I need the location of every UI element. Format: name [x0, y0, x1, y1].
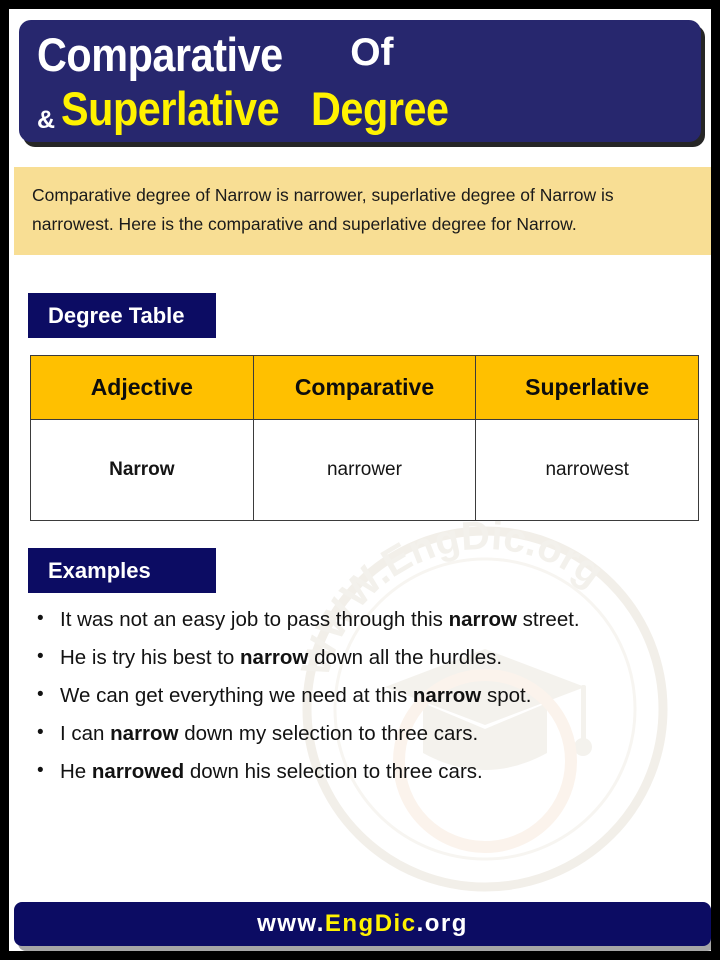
title-ampersand: & [37, 106, 56, 134]
cell-comparative: narrower [252, 419, 477, 521]
example-text-after: down all the hurdles. [308, 646, 503, 669]
title-line-2: & Superlative Degree [37, 84, 467, 135]
table-row: Narrow narrower narrowest [30, 419, 699, 521]
column-header-comparative: Comparative [252, 355, 477, 420]
header-banner: Comparative Of & Superlative Degree [19, 20, 701, 142]
example-text-before: I can [60, 722, 111, 745]
example-keyword: narrow [448, 608, 517, 631]
column-header-superlative: Superlative [475, 355, 699, 420]
table-header-row: Adjective Comparative Superlative [30, 355, 699, 420]
example-keyword: narrow [412, 684, 482, 707]
list-item: It was not an easy job to pass through t… [30, 604, 706, 634]
footer-brand: EngDic [324, 910, 417, 937]
example-text-after: down his selection to three cars. [184, 760, 483, 783]
example-text-after: street. [516, 608, 580, 631]
example-keyword: narrow [110, 722, 179, 745]
example-keyword: narrow [240, 646, 309, 669]
section-label-degree-table: Degree Table [28, 293, 216, 338]
infographic-page: WWW.EngDic.org Comparative Of & Superlativ… [0, 0, 720, 960]
example-text-before: It was not an easy job to pass through t… [60, 608, 449, 631]
column-header-adjective: Adjective [30, 355, 254, 420]
example-text-before: We can get everything we need at this [60, 684, 413, 707]
page-title: Comparative Of & Superlative Degree [37, 24, 487, 138]
cell-adjective: Narrow [30, 419, 254, 521]
intro-text: Comparative degree of Narrow is narrower… [32, 185, 614, 234]
title-of: Of [350, 31, 394, 74]
list-item: We can get everything we need at this na… [30, 680, 706, 710]
example-text-after: down my selection to three cars. [178, 722, 479, 745]
example-text-before: He [60, 760, 92, 783]
degree-table: Adjective Comparative Superlative Narrow… [30, 355, 699, 521]
cell-superlative: narrowest [475, 419, 699, 521]
intro-box: Comparative degree of Narrow is narrower… [14, 167, 711, 255]
list-item: He is try his best to narrow down all th… [30, 642, 706, 672]
footer-website[interactable]: www.EngDic.org [257, 910, 468, 938]
section-label-examples: Examples [28, 548, 216, 593]
list-item: I can narrow down my selection to three … [30, 718, 706, 748]
footer-bar: www.EngDic.org [14, 902, 711, 946]
title-comparative: Comparative [37, 28, 283, 81]
title-superlative: Superlative [61, 82, 280, 135]
title-degree: Degree [310, 82, 449, 135]
example-text-before: He is try his best to [60, 646, 241, 669]
examples-list: It was not an easy job to pass through t… [30, 604, 706, 795]
footer-prefix: www. [257, 910, 325, 937]
example-keyword: narrowed [91, 760, 185, 783]
footer-suffix: .org [416, 910, 468, 937]
example-text-after: spot. [481, 684, 532, 707]
list-item: He narrowed down his selection to three … [30, 756, 706, 786]
title-line-1: Comparative Of [37, 30, 394, 80]
